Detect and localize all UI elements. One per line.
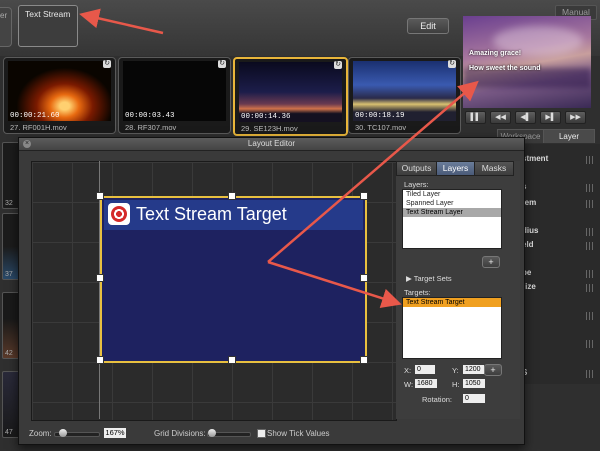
resize-handle-e[interactable] (360, 274, 368, 282)
rewind-button[interactable]: ◀◀ (490, 111, 511, 124)
text-stream-target-box[interactable]: Text Stream Target (100, 196, 367, 363)
thumbnail-filename: 30. TC107.mov (355, 123, 407, 132)
media-thumbnail[interactable]: ↻ 00:00:03.43 28. RF307.mov (118, 57, 231, 134)
layer-item-selected[interactable]: Text Stream Layer (403, 208, 501, 217)
drag-handle-icon[interactable] (586, 228, 594, 236)
layers-label: Layers: (404, 180, 429, 189)
window-title: Layout Editor (19, 138, 524, 151)
zoom-field[interactable]: 167% (104, 428, 126, 438)
media-thumbnail[interactable]: ↻ 00:00:18.19 30. TC107.mov (348, 57, 461, 134)
thumbnail-number: 42 (5, 350, 13, 357)
tab-outputs[interactable]: Outputs (396, 161, 437, 176)
target-label: Text Stream Target (136, 204, 287, 224)
drag-handle-icon[interactable] (586, 184, 594, 192)
preview-text-line-2: How sweet the sound (469, 65, 541, 72)
rotation-field[interactable]: 0 (463, 394, 485, 403)
thumbnail-number: 47 (5, 429, 13, 436)
transport-controls: ▌▌ ◀◀ ◀▌ ▶▌ ▶▶ (463, 111, 591, 124)
zoom-label: Zoom: (29, 429, 52, 438)
layers-panel: Outputs Layers Masks Layers: Tiled Layer… (396, 161, 520, 419)
add-layer-button[interactable]: + (482, 256, 500, 268)
drag-handle-icon[interactable] (586, 370, 594, 378)
resize-handle-sw[interactable] (96, 356, 104, 364)
h-field[interactable]: 1050 (463, 379, 485, 388)
drag-handle-icon[interactable] (586, 270, 594, 278)
grid-divisions-label: Grid Divisions: (154, 429, 206, 438)
layers-list[interactable]: Tiled Layer Spanned Layer Text Stream La… (402, 189, 502, 249)
tab-previous-label: er (0, 11, 8, 20)
resize-handle-se[interactable] (360, 356, 368, 364)
fast-forward-button[interactable]: ▶▶ (565, 111, 586, 124)
show-tick-values-label: Show Tick Values (267, 429, 330, 438)
resize-handle-w[interactable] (96, 274, 104, 282)
step-back-button[interactable]: ◀▌ (515, 111, 536, 124)
panel-tabs: Outputs Layers Masks (396, 161, 520, 176)
loop-icon[interactable]: ↻ (218, 60, 226, 68)
thumbnail-number: 32 (5, 200, 13, 207)
thumbnail-timecode: 00:00:03.43 (125, 112, 175, 120)
target-icon (108, 203, 130, 225)
output-preview: Amazing grace! How sweet the sound (463, 16, 591, 108)
show-tick-values-checkbox[interactable] (257, 429, 266, 438)
layer-item[interactable]: Spanned Layer (403, 199, 501, 208)
thumbnail-timecode: 00:00:14.36 (241, 113, 291, 121)
inspector-item[interactable]: stment (522, 154, 548, 163)
add-target-button[interactable]: + (484, 364, 502, 376)
media-thumbnail-selected[interactable]: ↻ 00:00:14.36 29. SE123H.mov (233, 57, 348, 136)
tab-text-stream[interactable]: Text Stream (18, 5, 78, 47)
target-sets-disclosure[interactable]: ▶ Target Sets (406, 274, 452, 283)
loop-icon[interactable]: ↻ (334, 61, 342, 69)
w-field[interactable]: 1680 (415, 379, 437, 388)
close-icon[interactable]: × (23, 140, 31, 148)
tab-masks[interactable]: Masks (474, 161, 514, 176)
tab-layers[interactable]: Layers (436, 161, 475, 176)
rotation-label: Rotation: (422, 395, 453, 404)
resize-handle-ne[interactable] (360, 192, 368, 200)
target-sets-label: Target Sets (413, 274, 452, 283)
thumbnail-number: 37 (5, 271, 13, 278)
preview-text-line-1: Amazing grace! (469, 50, 522, 57)
drag-handle-icon[interactable] (586, 242, 594, 250)
grid-divisions-slider[interactable] (207, 429, 251, 437)
edit-button[interactable]: Edit (407, 18, 449, 34)
w-label: W: (404, 380, 414, 389)
tab-previous[interactable]: er (0, 7, 12, 47)
drag-handle-icon[interactable] (586, 340, 594, 348)
resize-handle-nw[interactable] (96, 192, 104, 200)
drag-handle-icon[interactable] (586, 284, 594, 292)
x-label: X: (404, 366, 412, 375)
layout-editor-window: Layout Editor × Text Stream Target Zoom:… (18, 137, 525, 445)
step-forward-button[interactable]: ▶▌ (540, 111, 561, 124)
thumbnail-timecode: 00:00:21.60 (10, 112, 60, 120)
disclosure-triangle-icon: ▶ (406, 274, 414, 283)
resize-handle-s[interactable] (228, 356, 236, 364)
y-field[interactable]: 1200 (463, 365, 484, 374)
editor-footer: Zoom: 167% Grid Divisions: Show Tick Val… (29, 427, 389, 441)
drag-handle-icon[interactable] (586, 200, 594, 208)
tab-text-stream-label: Text Stream (25, 9, 71, 19)
media-thumbnail[interactable]: ↻ 00:00:21.60 27. RF001H.mov (3, 57, 116, 134)
resize-handle-n[interactable] (228, 192, 236, 200)
thumbnail-filename: 27. RF001H.mov (10, 123, 67, 132)
drag-handle-icon[interactable] (586, 156, 594, 164)
zoom-slider[interactable] (54, 429, 100, 437)
zoom-slider-knob[interactable] (59, 429, 67, 437)
thumbnail-timecode: 00:00:18.19 (355, 112, 405, 120)
tab-layer[interactable]: Layer (543, 129, 595, 143)
thumbnail-filename: 29. SE123H.mov (241, 124, 298, 133)
grid-slider-knob[interactable] (208, 429, 216, 437)
thumbnail-filename: 28. RF307.mov (125, 123, 177, 132)
pause-button[interactable]: ▌▌ (465, 111, 486, 124)
target-item-selected[interactable]: Text Stream Target (403, 298, 501, 307)
loop-icon[interactable]: ↻ (103, 60, 111, 68)
drag-handle-icon[interactable] (586, 312, 594, 320)
loop-icon[interactable]: ↻ (448, 60, 456, 68)
h-label: H: (452, 380, 460, 389)
layer-item[interactable]: Tiled Layer (403, 190, 501, 199)
x-field[interactable]: 0 (415, 365, 435, 374)
y-label: Y: (452, 366, 459, 375)
targets-label: Targets: (404, 288, 431, 297)
targets-list[interactable]: Text Stream Target (402, 297, 502, 359)
